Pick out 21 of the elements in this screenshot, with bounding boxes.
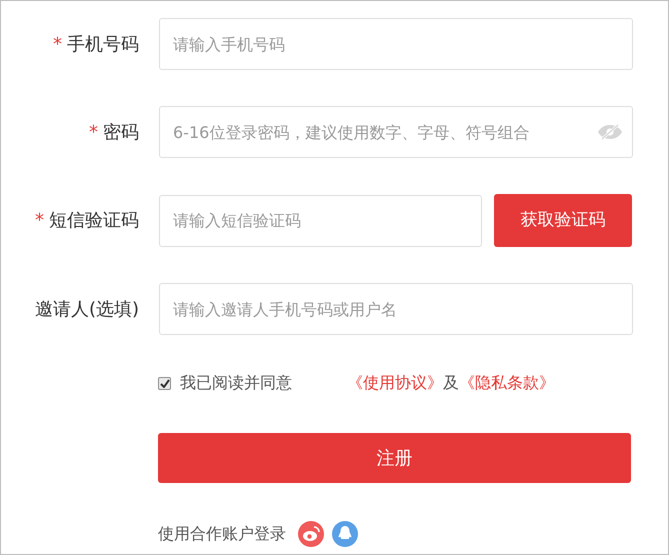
conjunction-text: 及	[443, 372, 459, 394]
input-field[interactable]: 6-16位登录密码，建议使用数字、字母、符号组合	[159, 106, 633, 158]
register-button[interactable]: 注册	[158, 433, 631, 483]
required-mark: *	[89, 120, 98, 144]
field-label: 密码	[103, 120, 139, 144]
field-label: 手机号码	[67, 32, 139, 56]
input-field[interactable]: 请输入短信验证码	[159, 194, 482, 246]
field-label: 邀请人(选填)	[34, 298, 139, 322]
required-mark: *	[53, 32, 62, 56]
terms-link[interactable]: 《使用协议》	[347, 371, 443, 395]
penguin-icon[interactable]	[332, 521, 358, 547]
agreement-text: 我已阅读并同意	[180, 372, 292, 394]
get-code-button[interactable]: 获取验证码	[494, 194, 632, 247]
agree-checkbox[interactable]	[158, 376, 171, 390]
field-label: 短信验证码	[49, 209, 139, 233]
weibo-icon[interactable]	[298, 521, 324, 547]
input-field[interactable]: 请输入手机号码	[159, 18, 633, 70]
required-mark: *	[35, 209, 44, 233]
privacy-link[interactable]: 《隐私条款》	[459, 371, 555, 395]
input-field[interactable]: 请输入邀请人手机号码或用户名	[159, 283, 633, 335]
social-login-text: 使用合作账户登录	[158, 523, 286, 545]
